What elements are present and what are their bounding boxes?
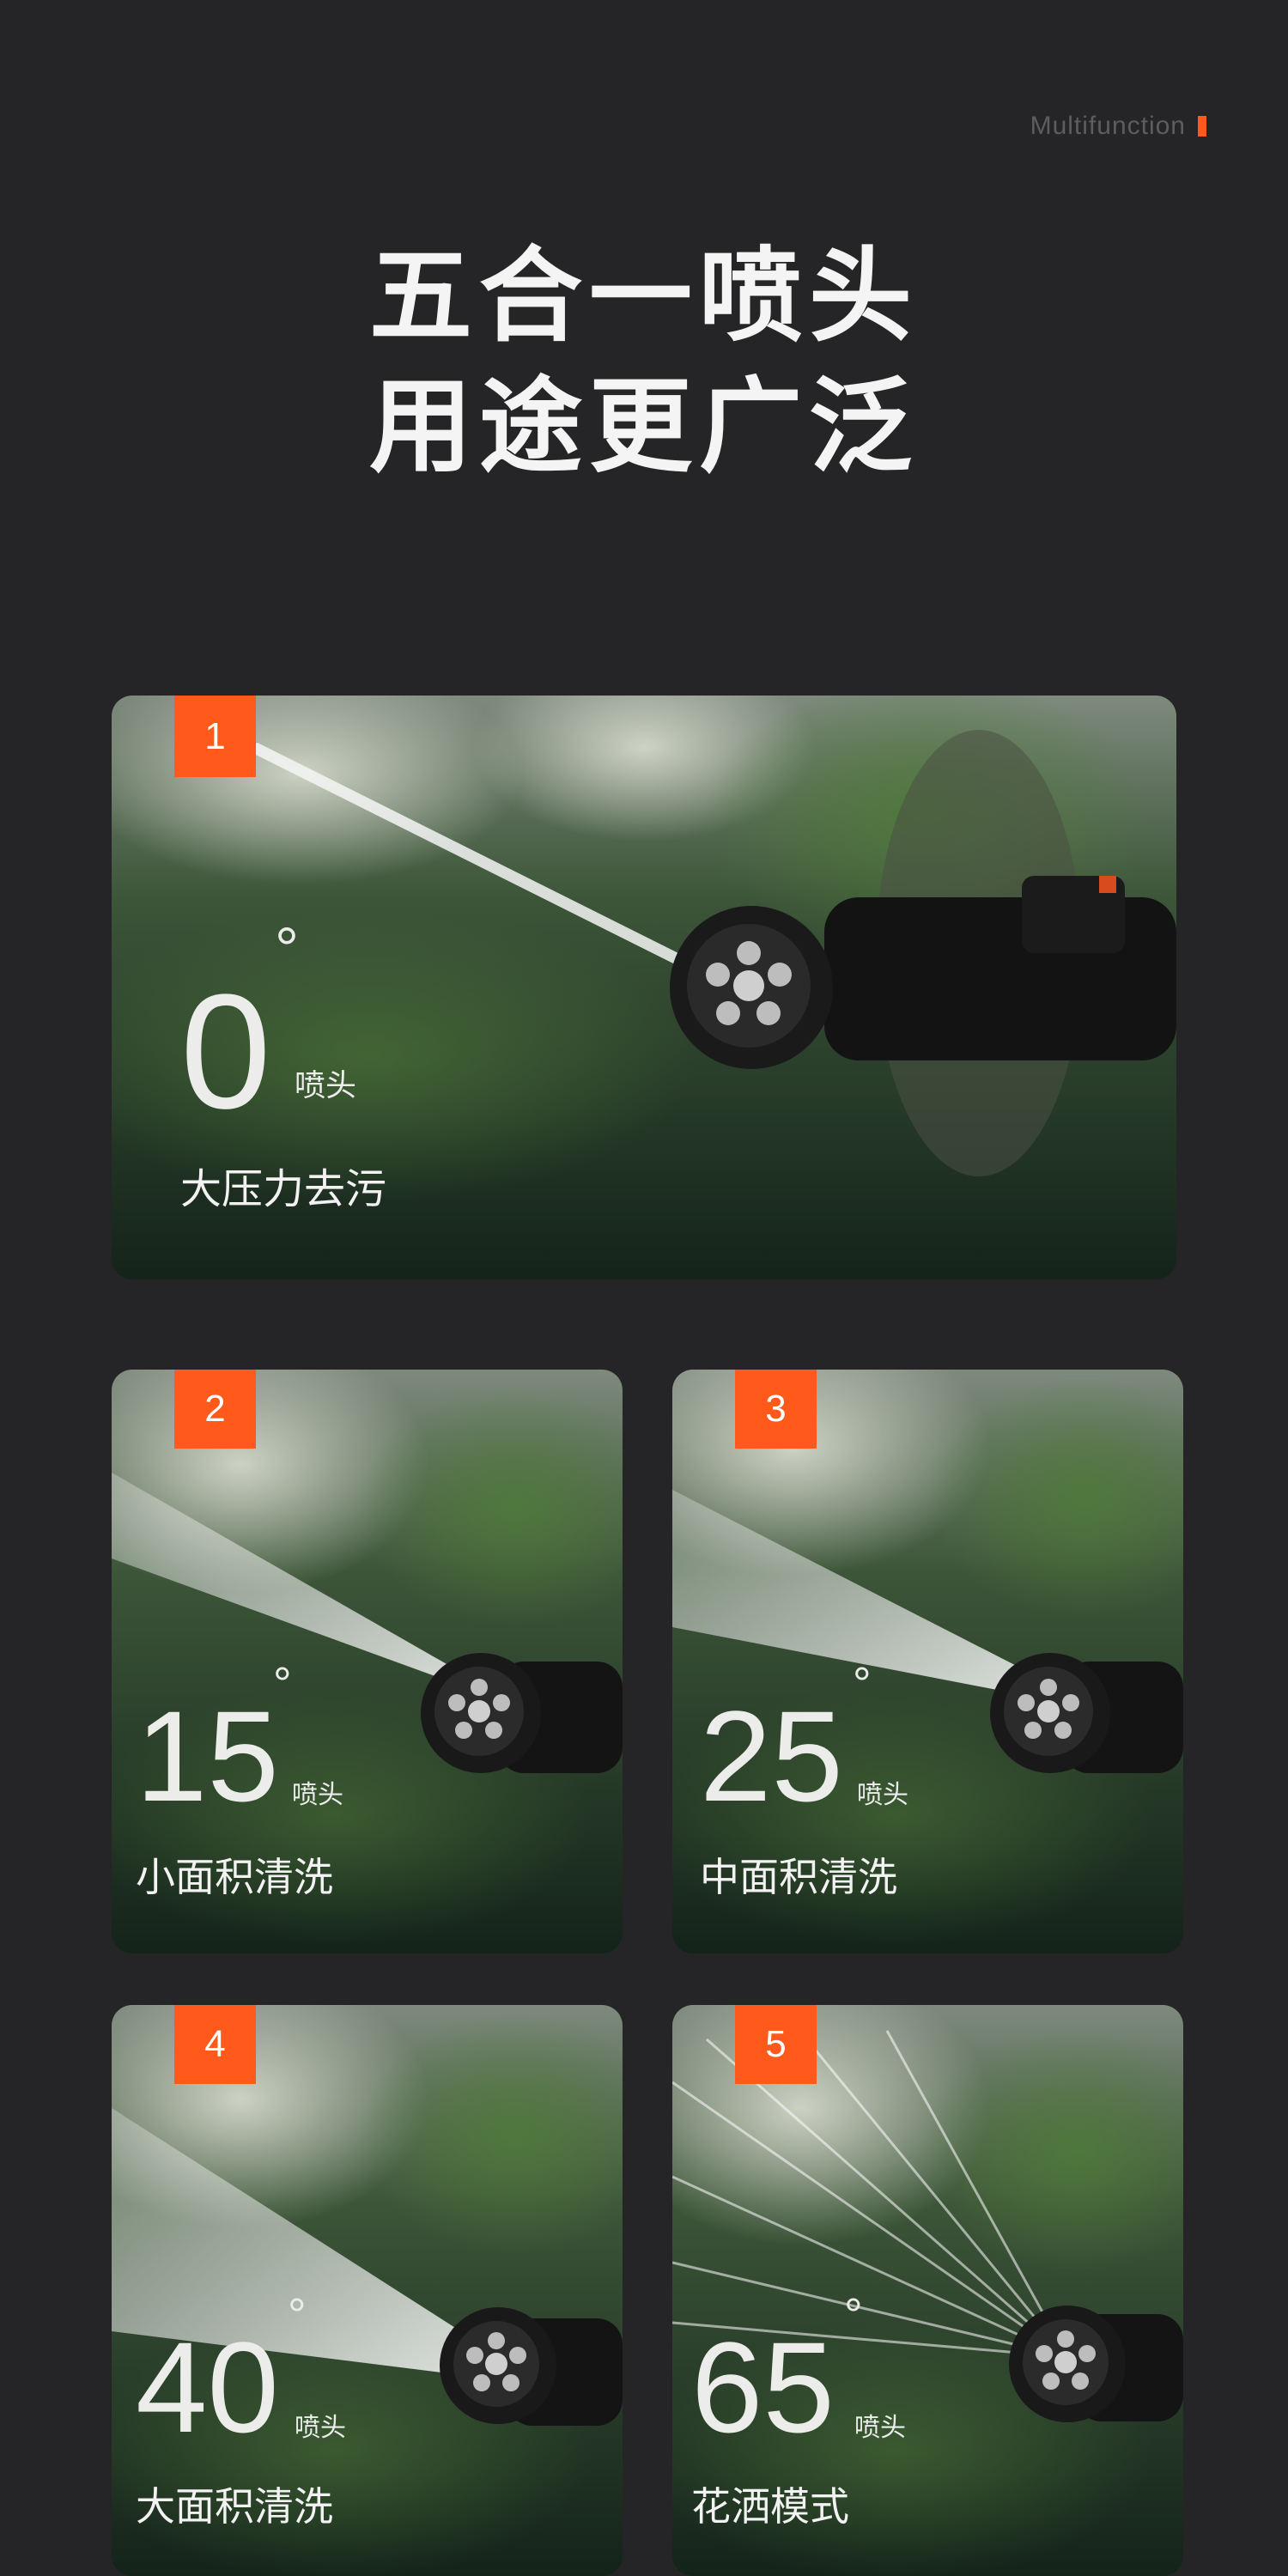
angle-value: 25 [700, 1684, 843, 1828]
headline-line-1: 五合一喷头 [369, 237, 919, 356]
use-label: 小面积清洗 [136, 1854, 333, 1900]
nozzle-icon [421, 1653, 623, 1773]
nozzle-card-25-degree: 3 25 ° 喷头 中面积清洗 [672, 1370, 1183, 1953]
tag-text: Multifunction [1030, 112, 1186, 140]
card-number-badge: 5 [735, 2005, 817, 2084]
nozzle-label: 喷头 [295, 1068, 357, 1103]
card-number-badge: 4 [174, 2005, 256, 2084]
degree-symbol: ° [275, 915, 299, 982]
card-number-badge: 2 [174, 1370, 256, 1449]
nozzle-label: 喷头 [857, 1780, 908, 1810]
nozzle-icon [1009, 2306, 1183, 2422]
nozzle-card-15-degree: 2 15 ° 喷头 小面积清洗 [112, 1370, 623, 1953]
degree-symbol: ° [853, 1658, 872, 1710]
nozzle-label: 喷头 [292, 1780, 343, 1810]
use-label: 花洒模式 [691, 2483, 849, 2530]
angle-value: 40 [136, 2315, 279, 2459]
nozzle-card-40-degree: 4 40 ° 喷头 大面积清洗 [112, 2005, 623, 2576]
nozzle-icon [990, 1653, 1183, 1773]
card-number-badge: 3 [735, 1370, 817, 1449]
nozzle-card-65-degree: 5 65 ° 喷头 花洒模式 [672, 2005, 1183, 2576]
degree-symbol: ° [273, 1658, 292, 1710]
nozzle-icon [440, 2307, 623, 2426]
use-label: 大压力去污 [180, 1165, 387, 1213]
nozzle-label: 喷头 [295, 2413, 346, 2443]
card-number-badge: 1 [174, 696, 256, 777]
headline-line-2: 用途更广泛 [369, 368, 919, 487]
use-label: 中面积清洗 [700, 1854, 897, 1900]
angle-value: 15 [136, 1684, 279, 1828]
angle-value: 0 [180, 961, 271, 1143]
nozzle-card-0-degree: 1 0 ° 喷头 大压力去污 [112, 696, 1176, 1279]
degree-symbol: ° [288, 2289, 307, 2341]
multifunction-tag: Multifunction [1030, 112, 1206, 141]
degree-symbol: ° [844, 2289, 863, 2341]
page-headline: 五合一喷头 用途更广泛 [0, 232, 1288, 493]
nozzle-label: 喷头 [854, 2413, 906, 2443]
use-label: 大面积清洗 [136, 2483, 333, 2530]
tag-accent-bar [1198, 116, 1206, 137]
angle-value: 65 [691, 2315, 835, 2459]
